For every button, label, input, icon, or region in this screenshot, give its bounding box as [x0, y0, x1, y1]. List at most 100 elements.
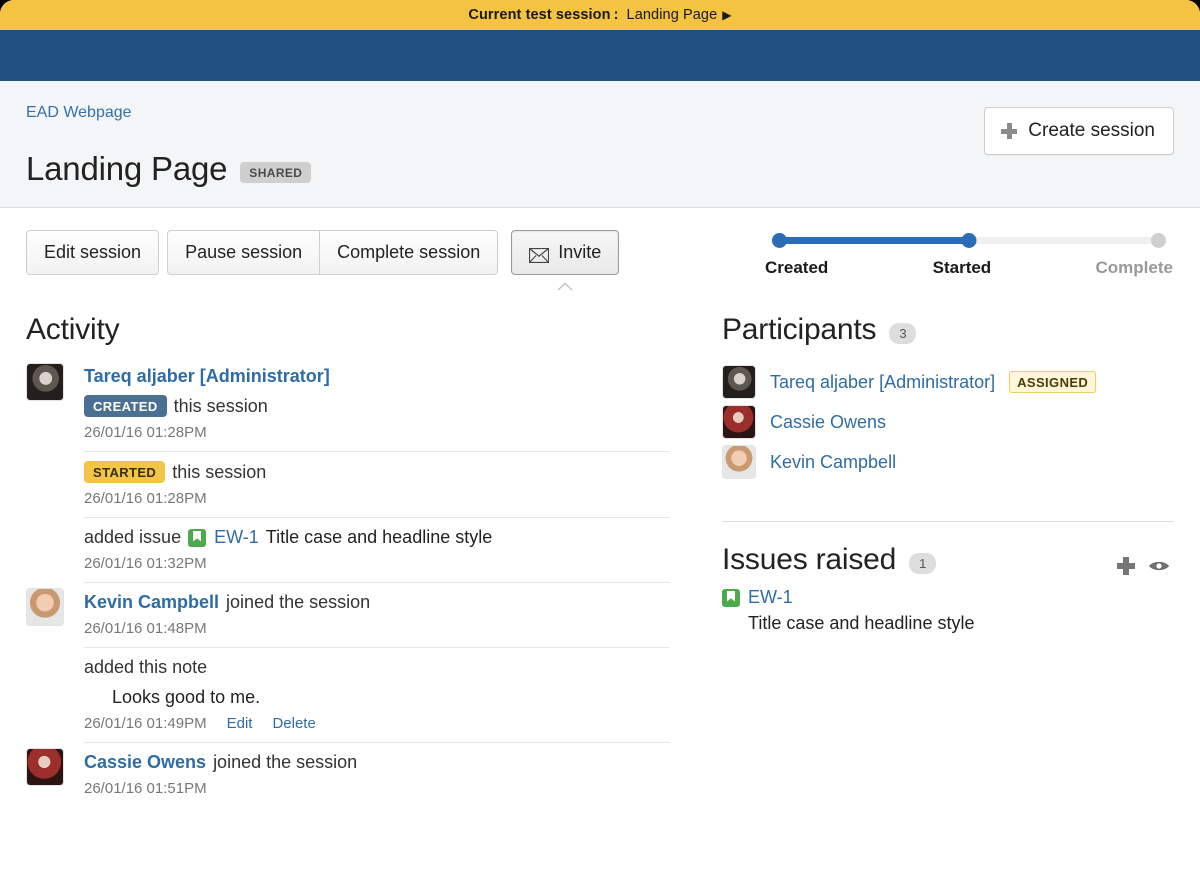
app-page: Current test session : Landing Page ▶ EA… — [0, 0, 1200, 873]
avatar — [722, 445, 756, 479]
avatar — [722, 365, 756, 399]
activity-column: Activity Tareq aljaber [Administrator] C… — [26, 292, 700, 807]
session-toolbar: Edit session Pause session Complete sess… — [0, 208, 1200, 292]
top-navigation-bar[interactable] — [0, 30, 1200, 81]
activity-group: Kevin Campbell joined the session 26/01/… — [26, 582, 670, 742]
current-session-banner: Current test session : Landing Page ▶ — [0, 0, 1200, 30]
breadcrumb[interactable]: EAD Webpage — [26, 103, 132, 123]
issue-key-link[interactable]: EW-1 — [214, 527, 259, 548]
caret-right-icon[interactable]: ▶ — [722, 9, 731, 21]
activity-entry: added this note Looks good to me. 26/01/… — [84, 647, 670, 742]
main-content: Activity Tareq aljaber [Administrator] C… — [0, 292, 1200, 807]
activity-entry: Kevin Campbell joined the session 26/01/… — [84, 582, 670, 647]
activity-timestamp: 26/01/16 01:28PM — [84, 490, 670, 507]
activity-author-line: Tareq aljaber [Administrator] — [84, 366, 670, 387]
list-item[interactable]: Cassie Owens — [722, 405, 1174, 439]
activity-heading-label: Activity — [26, 313, 119, 347]
participants-list: Tareq aljaber [Administrator] ASSIGNED C… — [722, 365, 1174, 479]
activity-group: Tareq aljaber [Administrator] CREATED th… — [26, 357, 670, 582]
session-progress-tracker: Created Started Complete — [764, 230, 1174, 278]
complete-session-button[interactable]: Complete session — [320, 230, 498, 275]
issue-key-link[interactable]: EW-1 — [748, 587, 793, 608]
session-state-button-group: Pause session Complete session — [167, 230, 498, 275]
activity-note-meta: 26/01/16 01:49PM Edit Delete — [84, 715, 670, 732]
edit-note-link[interactable]: Edit — [227, 715, 253, 732]
list-item[interactable]: Tareq aljaber [Administrator] ASSIGNED — [722, 365, 1174, 399]
avatar — [26, 588, 64, 626]
activity-timestamp: 26/01/16 01:51PM — [84, 780, 670, 797]
activity-note-line: added this note — [84, 657, 670, 678]
activity-issue-line: added issue EW-1 Title case and headline… — [84, 527, 670, 548]
activity-entry: Cassie Owens joined the session 26/01/16… — [84, 742, 670, 807]
activity-author-suffix: joined the session — [213, 752, 357, 773]
activity-timestamp: 26/01/16 01:49PM — [84, 715, 207, 732]
envelope-icon — [529, 246, 549, 261]
progress-track-fill — [772, 237, 969, 244]
activity-status-line: CREATED this session — [84, 395, 670, 417]
issues-heading: Issues raised 1 — [722, 543, 1174, 577]
progress-label-created: Created — [765, 258, 828, 278]
eye-icon[interactable] — [1148, 559, 1170, 573]
activity-entry: added issue EW-1 Title case and headline… — [84, 517, 670, 582]
progress-dot-complete[interactable] — [1151, 233, 1166, 248]
page-title: Landing Page — [26, 150, 227, 188]
shared-badge: SHARED — [240, 162, 311, 183]
activity-note-text: Looks good to me. — [112, 687, 670, 708]
delete-note-link[interactable]: Delete — [272, 715, 315, 732]
issues-raised-section: Issues raised 1 EW-1 — [722, 543, 1174, 634]
activity-entry: STARTED this session 26/01/16 01:28PM — [84, 451, 670, 517]
issue-key-row[interactable]: EW-1 — [722, 587, 1174, 608]
sidebar-divider — [722, 521, 1174, 522]
activity-author-link[interactable]: Kevin Campbell — [84, 592, 219, 613]
progress-dot-started[interactable] — [962, 233, 977, 248]
create-session-label: Create session — [1028, 120, 1155, 142]
participants-count-badge: 3 — [889, 323, 916, 344]
activity-status-line: STARTED this session — [84, 461, 670, 483]
invite-button-wrapper: Invite — [511, 230, 619, 292]
activity-author-line: Kevin Campbell joined the session — [84, 592, 670, 613]
pause-session-button[interactable]: Pause session — [167, 230, 320, 275]
issues-actions — [1117, 557, 1170, 575]
issues-count-badge: 1 — [909, 553, 936, 574]
activity-entry-text: this session — [172, 462, 266, 483]
invite-button[interactable]: Invite — [511, 230, 619, 275]
activity-entry-prefix: added this note — [84, 657, 207, 678]
progress-dot-created[interactable] — [772, 233, 787, 248]
activity-heading: Activity — [26, 313, 670, 347]
progress-label-started: Started — [933, 258, 992, 278]
edit-session-button[interactable]: Edit session — [26, 230, 159, 275]
activity-entries: Cassie Owens joined the session 26/01/16… — [84, 742, 670, 807]
activity-group: Cassie Owens joined the session 26/01/16… — [26, 742, 670, 807]
banner-session-name[interactable]: Landing Page — [627, 7, 718, 23]
sidebar-column: Participants 3 Tareq aljaber [Administra… — [700, 292, 1174, 807]
activity-author-line: Cassie Owens joined the session — [84, 752, 670, 773]
participants-heading-label: Participants — [722, 313, 876, 347]
plus-icon — [1001, 123, 1017, 139]
status-badge: STARTED — [84, 461, 165, 483]
activity-entry: Tareq aljaber [Administrator] CREATED th… — [84, 357, 670, 451]
create-session-button[interactable]: Create session — [984, 107, 1174, 155]
add-issue-icon[interactable] — [1117, 557, 1135, 575]
story-icon — [188, 529, 206, 547]
activity-author-link[interactable]: Cassie Owens — [84, 752, 206, 773]
story-icon — [722, 589, 740, 607]
issue-list-item: EW-1 Title case and headline style — [722, 587, 1174, 634]
participants-heading: Participants 3 — [722, 313, 1174, 347]
participant-name[interactable]: Tareq aljaber [Administrator] — [770, 372, 995, 393]
list-item[interactable]: Kevin Campbell — [722, 445, 1174, 479]
banner-separator: : — [614, 7, 619, 23]
activity-entry-prefix: added issue — [84, 527, 181, 548]
participant-name[interactable]: Cassie Owens — [770, 412, 886, 433]
issue-summary: Title case and headline style — [266, 527, 492, 548]
participant-name[interactable]: Kevin Campbell — [770, 452, 896, 473]
popup-caret-icon — [557, 282, 573, 292]
assigned-badge: ASSIGNED — [1009, 371, 1096, 393]
activity-entries: Tareq aljaber [Administrator] CREATED th… — [84, 357, 670, 582]
activity-timestamp: 26/01/16 01:48PM — [84, 620, 670, 637]
activity-timestamp: 26/01/16 01:32PM — [84, 555, 670, 572]
activity-timestamp: 26/01/16 01:28PM — [84, 424, 670, 441]
avatar — [26, 363, 64, 401]
issue-summary: Title case and headline style — [748, 613, 1174, 634]
activity-author-link[interactable]: Tareq aljaber [Administrator] — [84, 366, 330, 387]
issue-chip[interactable]: EW-1 — [188, 527, 259, 548]
